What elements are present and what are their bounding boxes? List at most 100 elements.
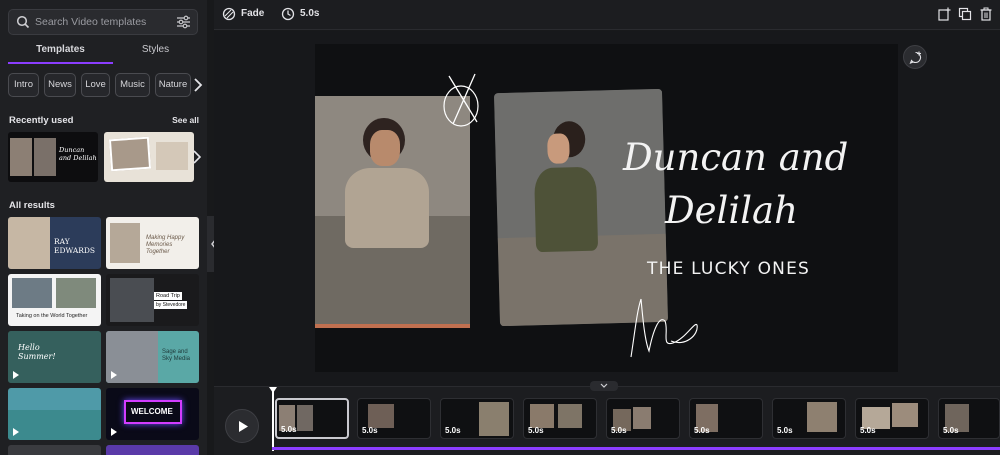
signature-decoration xyxy=(630,298,698,358)
timeline-clip-4[interactable]: 5.0s xyxy=(523,398,597,439)
timeline-clip-6[interactable]: 5.0s xyxy=(689,398,763,439)
tab-templates[interactable]: Templates xyxy=(8,40,113,64)
thumb-photo xyxy=(34,138,56,176)
clip-thumb xyxy=(558,404,582,428)
template-road-trip[interactable]: Road Trip by Stevedore xyxy=(106,274,199,326)
recently-used-title: Recently used xyxy=(9,115,74,126)
fade-icon[interactable] xyxy=(222,7,236,21)
timeline-clip-9[interactable]: 5.0s xyxy=(938,398,1000,439)
playhead[interactable] xyxy=(272,389,274,451)
chevron-down-icon xyxy=(600,383,608,388)
clip-duration: 5.0s xyxy=(694,426,710,435)
clip-duration: 5.0s xyxy=(943,426,959,435)
timeline-progress-bar[interactable] xyxy=(272,447,1000,450)
thumb-photo xyxy=(110,278,154,322)
thumb-photo xyxy=(108,136,152,172)
template-ray-edwards[interactable]: RAY EDWARDS xyxy=(8,217,101,269)
recent-template-collage[interactable] xyxy=(104,132,194,182)
all-results-title: All results xyxy=(9,200,55,211)
chevron-right-icon[interactable] xyxy=(193,150,201,164)
timeline-clip-5[interactable]: 5.0s xyxy=(606,398,680,439)
add-comment-button[interactable] xyxy=(903,45,927,69)
add-page-icon[interactable] xyxy=(937,7,951,21)
collapse-timeline-button[interactable] xyxy=(590,381,618,391)
thumb-photo xyxy=(56,278,96,308)
template-happy-memories[interactable]: Making Happy Memories Together xyxy=(106,217,199,269)
template-partial[interactable] xyxy=(106,445,199,455)
clip-thumb xyxy=(297,405,313,431)
clip-duration: 5.0s xyxy=(860,426,876,435)
thumb-photo xyxy=(8,410,101,440)
clip-thumb xyxy=(633,407,651,429)
thumb-title: Making Happy Memories Together xyxy=(146,235,185,255)
play-icon xyxy=(111,428,117,436)
clip-thumb xyxy=(530,404,554,428)
clip-thumb xyxy=(807,402,837,432)
timeline-panel: 5.0s 5.0s 5.0s 5.0s 5.0s 5.0s 5.0s 5.0s … xyxy=(214,381,1000,455)
thumb-title: WELCOME xyxy=(131,407,173,416)
template-sage-sky[interactable]: Sage and Sky Media xyxy=(106,331,199,383)
clip-thumb xyxy=(479,402,509,436)
subtitle-text[interactable]: THE LUCKY ONES xyxy=(647,259,810,279)
photo-edge xyxy=(315,324,470,328)
thumb-photo xyxy=(10,138,32,176)
title-line-1[interactable]: Duncan and xyxy=(623,136,848,179)
play-icon xyxy=(13,371,19,379)
clip-duration: 5.0s xyxy=(528,426,544,435)
play-icon xyxy=(239,421,248,432)
title-line-2[interactable]: Delilah xyxy=(665,189,798,232)
chip-music[interactable]: Music xyxy=(115,73,150,97)
clock-icon[interactable] xyxy=(281,7,295,21)
see-all-link[interactable]: See all xyxy=(172,115,199,125)
sidebar-panel: Search Video templates Templates Styles … xyxy=(0,0,207,455)
thumb-photo xyxy=(110,223,140,263)
thumb-subtitle: by Stevedore xyxy=(154,301,188,309)
clip-duration: 5.0s xyxy=(281,425,297,434)
trash-icon[interactable] xyxy=(979,7,993,21)
duplicate-icon[interactable] xyxy=(958,7,972,21)
template-partial[interactable] xyxy=(8,445,101,455)
thumb-title: Taking on the World Together xyxy=(16,313,88,319)
thumb-title: Duncan and Delilah xyxy=(59,146,97,162)
search-icon xyxy=(16,15,30,29)
play-icon xyxy=(111,371,117,379)
timeline-clip-2[interactable]: 5.0s xyxy=(357,398,431,439)
photo-face xyxy=(370,130,400,166)
clip-duration: 5.0s xyxy=(611,426,627,435)
duration-label[interactable]: 5.0s xyxy=(300,8,319,19)
canvas-stage: Duncan and Delilah THE LUCKY ONES xyxy=(214,31,1000,386)
chevron-right-icon[interactable] xyxy=(192,77,204,93)
chip-nature[interactable]: Nature xyxy=(155,73,191,97)
search-input[interactable]: Search Video templates xyxy=(8,9,198,35)
filter-icon[interactable] xyxy=(176,15,191,29)
play-button[interactable] xyxy=(225,409,259,443)
timeline-clip-3[interactable]: 5.0s xyxy=(440,398,514,439)
clip-duration: 5.0s xyxy=(445,426,461,435)
template-tabs: Templates Styles xyxy=(8,40,198,64)
transition-label[interactable]: Fade xyxy=(241,8,264,19)
template-ocean[interactable] xyxy=(8,388,101,440)
timeline-clip-8[interactable]: 5.0s xyxy=(855,398,929,439)
thumb-photo xyxy=(156,142,188,170)
thumb-title: RAY EDWARDS xyxy=(54,237,96,255)
recent-template-duncan[interactable]: Duncan and Delilah xyxy=(8,132,98,182)
category-chips: Intro News Love Music Nature xyxy=(8,73,203,99)
timeline-clip-1[interactable]: 5.0s xyxy=(275,398,349,439)
chip-intro[interactable]: Intro xyxy=(8,73,39,97)
template-hello-summer[interactable]: Hello Summer! xyxy=(8,331,101,383)
photo-top xyxy=(533,166,599,253)
thumb-title: Sage and Sky Media xyxy=(162,349,191,362)
template-welcome[interactable]: WELCOME xyxy=(106,388,199,440)
chip-love[interactable]: Love xyxy=(81,73,110,97)
chip-news[interactable]: News xyxy=(44,73,76,97)
design-canvas[interactable]: Duncan and Delilah THE LUCKY ONES xyxy=(315,44,898,372)
thumb-photo xyxy=(12,278,52,308)
timeline-clip-7[interactable]: 5.0s xyxy=(772,398,846,439)
clip-duration: 5.0s xyxy=(777,426,793,435)
template-world-together[interactable]: Taking on the World Together xyxy=(8,274,101,326)
clip-thumb xyxy=(368,404,394,428)
search-placeholder: Search Video templates xyxy=(35,16,147,28)
tab-styles[interactable]: Styles xyxy=(113,40,198,64)
scribble-decoration xyxy=(443,73,479,127)
thumb-title: Hello Summer! xyxy=(18,343,56,361)
